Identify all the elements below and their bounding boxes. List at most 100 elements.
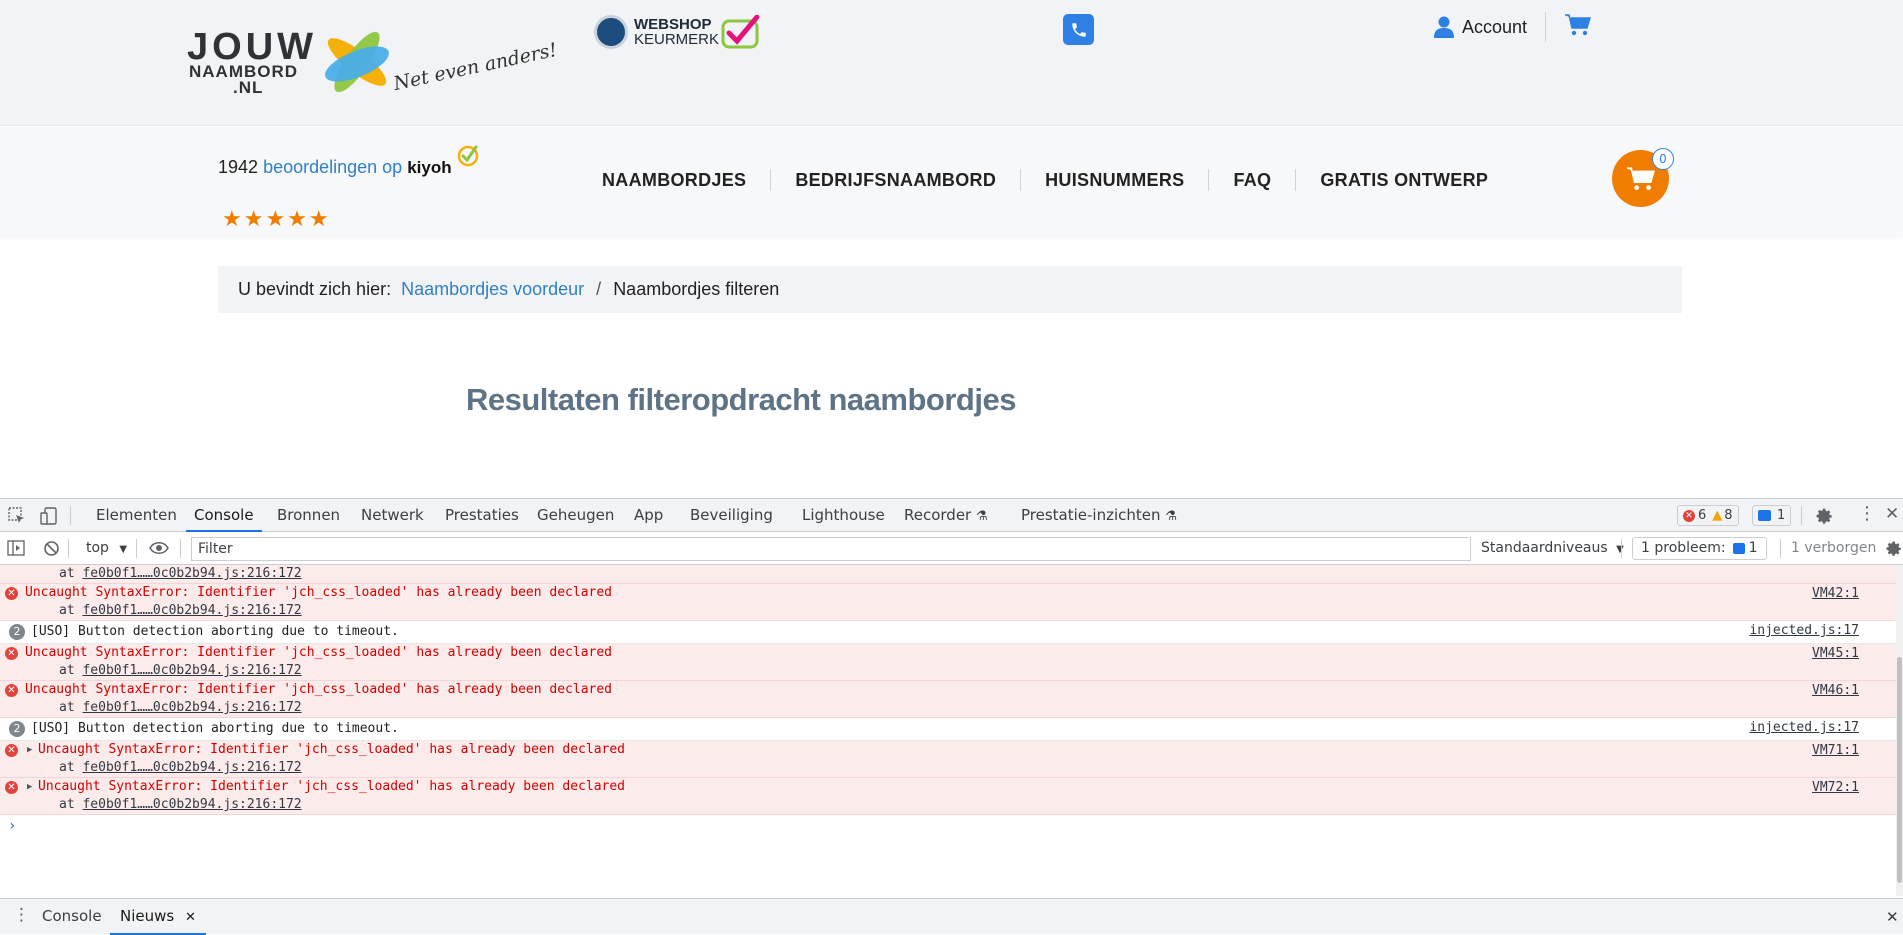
device-toolbar-icon[interactable] [40,507,58,525]
tab-prestaties[interactable]: Prestaties [445,499,519,532]
kiyoh-brand: kiyoh [407,158,452,177]
close-tab-icon[interactable]: ✕ [185,910,196,925]
console-scrollbar[interactable] [1896,565,1903,896]
error-message: Uncaught SyntaxError: Identifier 'jch_cs… [25,682,612,697]
error-message: Uncaught SyntaxError: Identifier 'jch_cs… [25,645,612,660]
drawer-menu-icon[interactable]: ⋮ [13,905,30,925]
console-error-row: ✕ Uncaught SyntaxError: Identifier 'jch_… [0,644,1896,681]
account-link[interactable]: Account [1434,14,1527,40]
error-circle-icon: ✕ [5,647,18,660]
nav-item-huisnummers[interactable]: HUISNUMMERS [1021,170,1208,191]
source-link[interactable]: VM71:1 [1812,743,1859,758]
source-link[interactable]: VM72:1 [1812,780,1859,795]
scrollbar-thumb[interactable] [1897,657,1902,883]
nav-item-naambordjes[interactable]: NAAMBORDJES [578,170,770,191]
close-drawer-icon[interactable]: ✕ [1886,908,1899,926]
error-stack-trace: at fe0b0f1……0c0b2b94.js:216:172 [0,759,1896,777]
nav-item-faq[interactable]: FAQ [1209,170,1295,191]
stack-trace-link[interactable]: fe0b0f1……0c0b2b94.js:216:172 [82,760,301,775]
console-error-row[interactable]: ✕ ▶ Uncaught SyntaxError: Identifier 'jc… [0,778,1896,815]
console-error-row: ✕ Uncaught SyntaxError: Identifier 'jch_… [0,681,1896,718]
kiyoh-check-icon [457,145,479,167]
breadcrumb-current: Naambordjes filteren [613,279,780,299]
stack-trace-link[interactable]: fe0b0f1……0c0b2b94.js:216:172 [82,797,301,812]
tab-geheugen[interactable]: Geheugen [537,499,614,532]
keurmerk-line2: KEURMERK [634,31,720,48]
nav-item-gratis-ontwerp[interactable]: GRATIS ONTWERP [1296,170,1512,191]
source-link[interactable]: VM45:1 [1812,646,1859,661]
issues-count: 1 [1748,540,1758,556]
console-settings-gear-icon[interactable] [1885,540,1903,558]
source-link[interactable]: injected.js:17 [1749,623,1859,638]
rating-stars: ★★★★★ [222,207,331,232]
tab-prestatie-inzichten[interactable]: Prestatie-inzichten ⚗ [1021,499,1177,532]
breadcrumb-link-voordeur[interactable]: Naambordjes voordeur [401,279,584,300]
repeat-count-badge: 2 [9,624,25,640]
tab-recorder[interactable]: Recorder ⚗ [904,499,988,532]
error-message: Uncaught SyntaxError: Identifier 'jch_cs… [25,585,612,600]
trace-prefix: at [59,700,83,715]
expand-triangle-icon[interactable]: ▶ [27,782,32,792]
trace-prefix: at [59,797,83,812]
reviews-link[interactable]: beoordelingen op [263,157,402,177]
cart-icon [1565,14,1592,36]
context-selector[interactable]: top ▼ [86,540,127,556]
tabbar-divider [1801,506,1802,525]
console-prompt[interactable]: › [0,815,1896,837]
console-info-row: 2 [USO] Button detection aborting due to… [0,718,1896,741]
tab-beveiliging[interactable]: Beveiliging [690,499,773,532]
phone-button[interactable] [1063,14,1094,45]
console-filter-input[interactable]: Filter [191,537,1471,561]
error-circle-icon: ✕ [5,684,18,697]
cart-button-top[interactable] [1565,14,1592,40]
toolbar-divider [1621,539,1622,558]
tab-app[interactable]: App [634,499,663,532]
close-devtools-icon[interactable]: ✕ [1885,504,1899,524]
site-logo[interactable]: JOUW NAAMBORD .NL Net even anders! [187,18,559,104]
webshop-keurmerk-badge[interactable]: WEBSHOP KEURMERK [594,14,761,50]
error-circle-icon: ✕ [5,587,18,600]
warning-count: 8 [1724,508,1733,523]
tab-prestatie-inzichten-label: Prestatie-inzichten [1021,506,1161,524]
live-expression-eye-icon[interactable] [149,541,169,555]
trace-prefix: at [59,663,83,678]
inspect-element-icon[interactable] [8,507,26,525]
keurmerk-check-icon [721,15,760,49]
breadcrumb-separator: / [596,279,602,299]
log-levels-dropdown[interactable]: Standaardniveaus ▼ [1481,540,1624,556]
issues-button[interactable]: 1 probleem: 1 [1632,537,1767,560]
tab-netwerk[interactable]: Netwerk [361,499,424,532]
source-link[interactable]: injected.js:17 [1749,720,1859,735]
breadcrumb: U bevindt zich hier: Naambordjes voordeu… [218,266,1682,313]
settings-gear-icon[interactable] [1815,507,1834,526]
message-counter[interactable]: 1 [1752,505,1792,526]
devtools-drawer-tabbar: ⋮ Console Nieuws ✕ ✕ [0,898,1903,935]
error-circle-icon: ✕ [5,744,18,757]
drawer-tab-console[interactable]: Console [42,899,102,935]
sidebar-toggle-icon[interactable] [7,540,25,556]
source-link[interactable]: VM46:1 [1812,683,1859,698]
main-navbar: 1942 beoordelingen op kiyoh ★★★★★ NAAMBO… [0,127,1903,237]
message-icon [1732,543,1745,554]
more-options-icon[interactable]: ⋮ [1858,503,1876,524]
tab-elementen[interactable]: Elementen [96,499,177,532]
stack-trace-link[interactable]: fe0b0f1……0c0b2b94.js:216:172 [82,603,301,618]
clear-console-icon[interactable] [43,540,60,557]
kiyoh-reviews[interactable]: 1942 beoordelingen op kiyoh [218,157,452,178]
tab-console[interactable]: Console [186,499,262,532]
error-warning-counter[interactable]: ✕ 6 ▲ 8 [1677,505,1739,526]
error-stack-trace: at fe0b0f1……0c0b2b94.js:216:172 [0,699,1896,717]
tab-lighthouse[interactable]: Lighthouse [802,499,885,532]
stack-trace-link[interactable]: fe0b0f1……0c0b2b94.js:216:172 [82,700,301,715]
drawer-tab-nieuws[interactable]: Nieuws ✕ [110,899,206,935]
source-link[interactable]: VM42:1 [1812,586,1859,601]
page-title: Resultaten filteropdracht naambordjes [466,382,1016,417]
stack-trace-link[interactable]: fe0b0f1……0c0b2b94.js:216:172 [82,566,301,581]
message-count: 1 [1777,508,1786,523]
console-error-row[interactable]: ✕ ▶ Uncaught SyntaxError: Identifier 'jc… [0,741,1896,778]
tab-bronnen[interactable]: Bronnen [277,499,340,532]
nav-item-bedrijfsnaambord[interactable]: BEDRIJFSNAAMBORD [771,170,1020,191]
expand-triangle-icon[interactable]: ▶ [27,745,32,755]
stack-trace-link[interactable]: fe0b0f1……0c0b2b94.js:216:172 [82,663,301,678]
console-messages: at fe0b0f1……0c0b2b94.js:216:172 ✕ Uncaug… [0,565,1896,896]
